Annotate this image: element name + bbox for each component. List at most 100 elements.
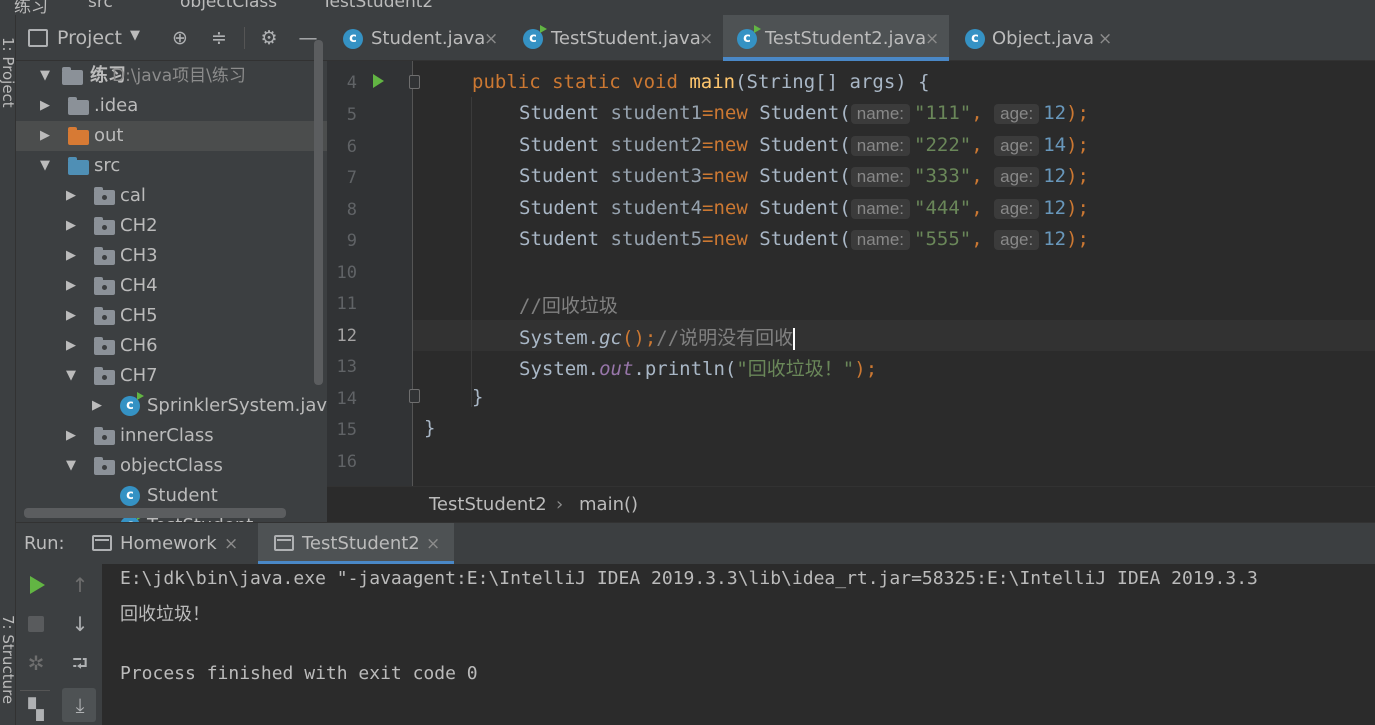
code-token: ); <box>1066 228 1089 250</box>
tree-item-objectclass[interactable]: ▼ objectClass <box>16 451 327 481</box>
console-output[interactable]: E:\jdk\bin\java.exe "-javaagent:E:\Intel… <box>102 564 1375 725</box>
expanded-arrow-icon[interactable]: ▼ <box>66 361 80 391</box>
tab-object-java[interactable]: c Object.java × <box>951 15 1121 61</box>
nav-crumb-project[interactable]: 练习 <box>14 0 48 15</box>
tree-item-ch6[interactable]: ▶ CH6 <box>16 331 327 361</box>
tree-item-ch4[interactable]: ▶ CH4 <box>16 271 327 301</box>
breadcrumb-separator: › <box>556 494 564 515</box>
locate-target-icon[interactable]: ⊕ <box>169 27 191 49</box>
collapsed-arrow-icon[interactable]: ▶ <box>66 181 80 211</box>
layout-icon[interactable]: ▚ <box>21 694 51 724</box>
nav-crumb-package[interactable]: objectClass <box>180 0 277 12</box>
gear-icon[interactable]: ⚙ <box>258 27 280 49</box>
code-token: (String[] args) { <box>735 71 930 93</box>
tree-item-student[interactable]: c Student <box>16 481 327 511</box>
code-token: ); <box>1066 165 1089 187</box>
tree-item-innerclass[interactable]: ▶ innerClass <box>16 421 327 451</box>
param-hint: age: <box>994 167 1040 187</box>
collapsed-arrow-icon[interactable]: ▶ <box>66 331 80 361</box>
tree-item-ch3[interactable]: ▶ CH3 <box>16 241 327 271</box>
tree-item-sprinklersystem[interactable]: ▶ c SprinklerSystem.java <box>16 391 327 421</box>
code-token: 12 <box>1043 165 1067 187</box>
collapsed-arrow-icon[interactable]: ▶ <box>66 211 80 241</box>
tree-item-ch2[interactable]: ▶ CH2 <box>16 211 327 241</box>
code-token: , <box>971 197 983 219</box>
console-line: E:\jdk\bin\java.exe "-javaagent:E:\Intel… <box>120 568 1258 589</box>
code-editor[interactable]: 4 5 6 7 8 9 10 11 12 13 14 15 16 public … <box>327 61 1375 486</box>
code-token: main <box>689 71 736 93</box>
tree-item-cal[interactable]: ▶ cal <box>16 181 327 211</box>
expanded-arrow-icon[interactable]: ▼ <box>66 451 80 481</box>
tab-teststudent-java[interactable]: c TestStudent.java × <box>507 15 721 61</box>
code-token: Student( <box>759 165 851 187</box>
run-tab-homework[interactable]: Homework × <box>86 523 250 565</box>
collapsed-arrow-icon[interactable]: ▶ <box>40 91 54 121</box>
nav-crumb-src[interactable]: src <box>88 0 113 12</box>
navigation-bar: 练习 src objectClass TestStudent2 <box>0 0 1375 15</box>
expanded-arrow-icon[interactable]: ▼ <box>40 151 54 181</box>
line-number: 6 <box>346 137 357 157</box>
code-line: } <box>472 386 484 408</box>
collapsed-arrow-icon[interactable]: ▶ <box>40 121 54 151</box>
close-icon[interactable]: × <box>925 15 939 63</box>
tree-item-label: CH6 <box>120 335 158 356</box>
project-vertical-scrollbar[interactable] <box>314 40 323 385</box>
structure-tool-tab[interactable]: 7: Structure <box>0 615 17 704</box>
code-token: , <box>971 165 983 187</box>
collapsed-arrow-icon[interactable]: ▶ <box>66 271 80 301</box>
tree-item-idea[interactable]: ▶ .idea <box>16 91 327 121</box>
line-number: 8 <box>346 200 357 220</box>
project-tool-tab[interactable]: 1: Project <box>0 37 17 108</box>
collapsed-arrow-icon[interactable]: ▶ <box>92 391 106 421</box>
close-icon[interactable]: × <box>484 15 498 63</box>
tab-student-java[interactable]: c Student.java × <box>327 15 504 61</box>
code-line: Student student2=new Student(name: "222",… <box>519 134 1089 156</box>
collapsed-arrow-icon[interactable]: ▶ <box>66 241 80 271</box>
scroll-down-icon[interactable]: ↓ <box>65 609 95 639</box>
fold-icon[interactable] <box>409 75 420 89</box>
nav-crumb-file[interactable]: TestStudent2 <box>322 0 433 12</box>
code-token: gc <box>599 327 622 349</box>
fold-icon[interactable] <box>409 389 420 403</box>
class-icon: c <box>120 486 140 506</box>
code-token: student2 <box>610 134 703 156</box>
run-tab-teststudent2[interactable]: TestStudent2 × <box>258 523 454 565</box>
tree-item-src[interactable]: ▼ src <box>16 151 327 181</box>
close-icon[interactable]: × <box>699 15 713 63</box>
chevron-down-icon[interactable]: ▼ <box>130 28 140 43</box>
console-line: 回收垃圾！ <box>120 604 210 625</box>
breadcrumb-class[interactable]: TestStudent2 <box>429 487 547 523</box>
tree-item-out[interactable]: ▶ out <box>16 121 327 151</box>
restore-layout-icon[interactable]: ✲ <box>21 648 51 678</box>
tree-item-root[interactable]: ▼ 练习 D:\java项目\练习 <box>16 61 327 91</box>
project-panel-header: Project ▼ ⊕ ≑ ⚙ — <box>16 15 327 61</box>
tree-item-ch7[interactable]: ▼ CH7 <box>16 361 327 391</box>
code-token: "222" <box>914 134 972 156</box>
scroll-up-icon[interactable]: ↑ <box>65 570 95 600</box>
close-icon[interactable]: × <box>1098 15 1112 63</box>
param-hint: age: <box>994 136 1040 156</box>
expanded-arrow-icon[interactable]: ▼ <box>40 61 54 91</box>
param-hint: name: <box>850 136 910 156</box>
code-token: ); <box>854 358 878 380</box>
breadcrumb-method[interactable]: main() <box>579 487 638 523</box>
soft-wrap-icon[interactable]: ⮒ <box>65 648 95 678</box>
project-horizontal-scrollbar[interactable] <box>24 508 286 518</box>
scroll-to-end-icon[interactable]: ⤓ <box>65 690 95 720</box>
stop-icon[interactable] <box>28 616 44 632</box>
tab-label: TestStudent.java <box>551 28 701 49</box>
close-icon[interactable]: × <box>224 523 238 565</box>
code-line: Student student4=new Student(name: "444",… <box>519 197 1089 219</box>
tab-teststudent2-java[interactable]: c TestStudent2.java × <box>723 15 949 61</box>
project-view-selector[interactable]: Project <box>57 15 122 61</box>
code-token: =new <box>702 165 760 187</box>
collapsed-arrow-icon[interactable]: ▶ <box>66 421 80 451</box>
run-tab-label: Homework <box>120 533 217 554</box>
close-icon[interactable]: × <box>426 523 440 565</box>
class-icon: c <box>737 25 761 49</box>
collapse-all-icon[interactable]: ≑ <box>208 27 230 49</box>
run-main-icon[interactable] <box>373 74 384 88</box>
rerun-icon[interactable] <box>30 576 45 594</box>
tree-item-ch5[interactable]: ▶ CH5 <box>16 301 327 331</box>
collapsed-arrow-icon[interactable]: ▶ <box>66 301 80 331</box>
